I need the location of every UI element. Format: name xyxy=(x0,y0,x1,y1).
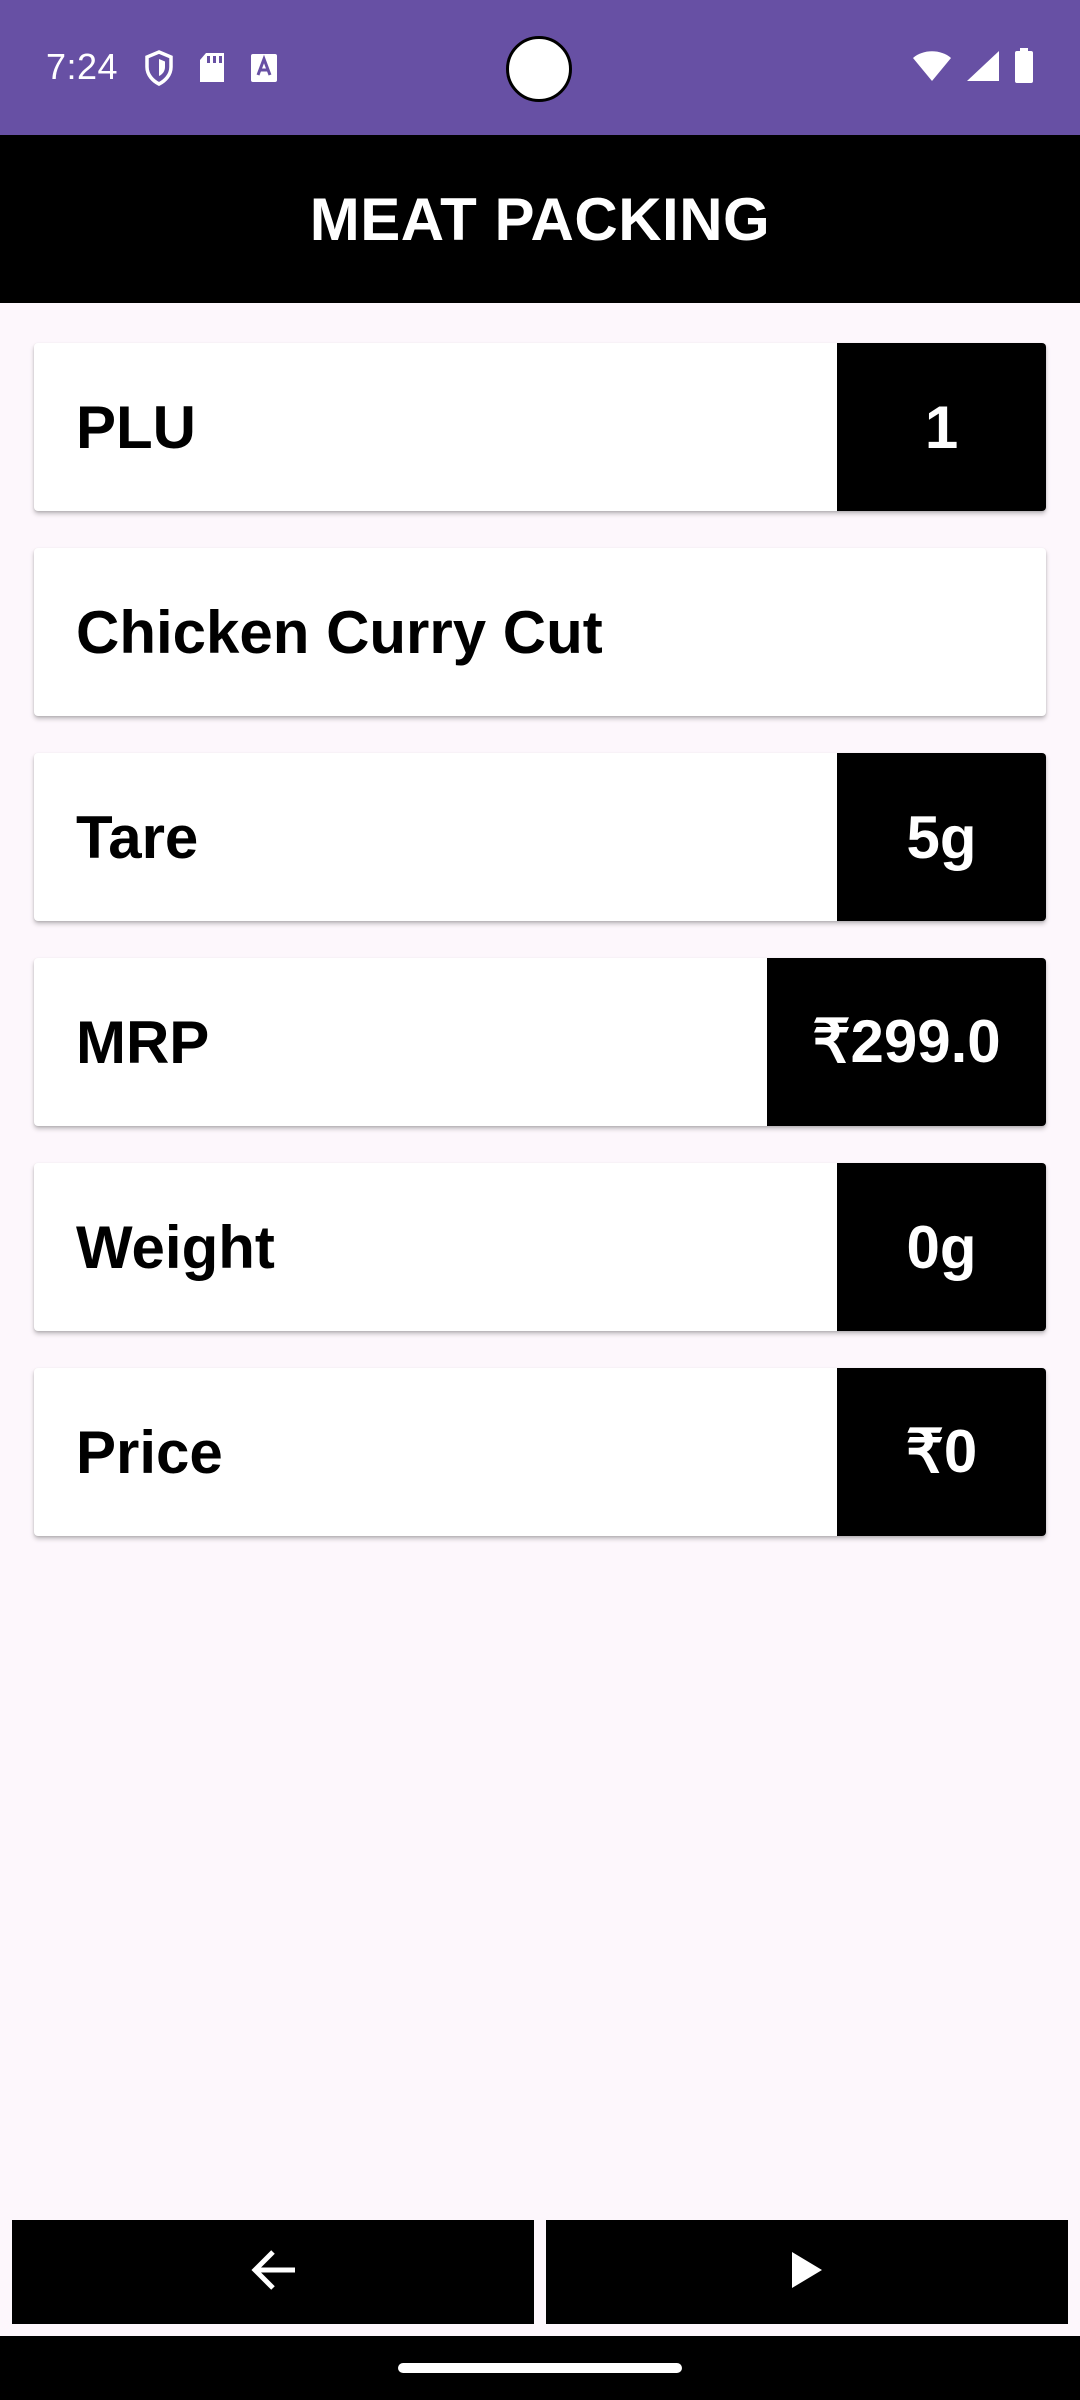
weight-value: 0g xyxy=(837,1163,1046,1331)
font-download-icon xyxy=(250,53,278,83)
price-value: ₹0 xyxy=(837,1368,1046,1536)
arrow-left-icon xyxy=(249,2248,297,2297)
field-list: PLU 1 Chicken Curry Cut Tare 5g MRP ₹299… xyxy=(34,343,1046,1573)
next-button[interactable] xyxy=(546,2220,1068,2324)
mrp-value: ₹299.0 xyxy=(767,958,1046,1126)
cell-signal-icon xyxy=(966,50,1000,82)
camera-cutout xyxy=(506,36,572,102)
status-time: 7:24 xyxy=(46,46,119,87)
wifi-icon xyxy=(912,50,952,82)
bottom-button-bar xyxy=(12,2220,1068,2324)
sd-card-icon xyxy=(198,52,226,84)
plu-label: PLU xyxy=(76,393,196,461)
play-icon xyxy=(790,2250,824,2295)
status-bar: 7:24 xyxy=(0,0,1080,135)
plu-value: 1 xyxy=(837,343,1046,511)
weight-card: Weight 0g xyxy=(34,1163,1046,1331)
battery-icon xyxy=(1014,48,1034,84)
tare-card: Tare 5g xyxy=(34,753,1046,921)
app-bar: MEAT PACKING xyxy=(0,135,1080,303)
status-left-icons xyxy=(144,50,278,86)
shield-icon xyxy=(144,50,174,86)
tare-label: Tare xyxy=(76,803,199,871)
page-title: MEAT PACKING xyxy=(309,185,771,253)
plu-card: PLU 1 xyxy=(34,343,1046,511)
price-label: Price xyxy=(76,1418,223,1486)
product-name-card: Chicken Curry Cut xyxy=(34,548,1046,716)
tare-value: 5g xyxy=(837,753,1046,921)
mrp-label: MRP xyxy=(76,1008,210,1076)
weight-label: Weight xyxy=(76,1213,275,1281)
back-button[interactable] xyxy=(12,2220,534,2324)
home-gesture-handle[interactable] xyxy=(398,2363,682,2373)
mrp-card: MRP ₹299.0 xyxy=(34,958,1046,1126)
price-card: Price ₹0 xyxy=(34,1368,1046,1536)
product-name: Chicken Curry Cut xyxy=(76,598,603,666)
status-right-icons xyxy=(912,48,1034,84)
